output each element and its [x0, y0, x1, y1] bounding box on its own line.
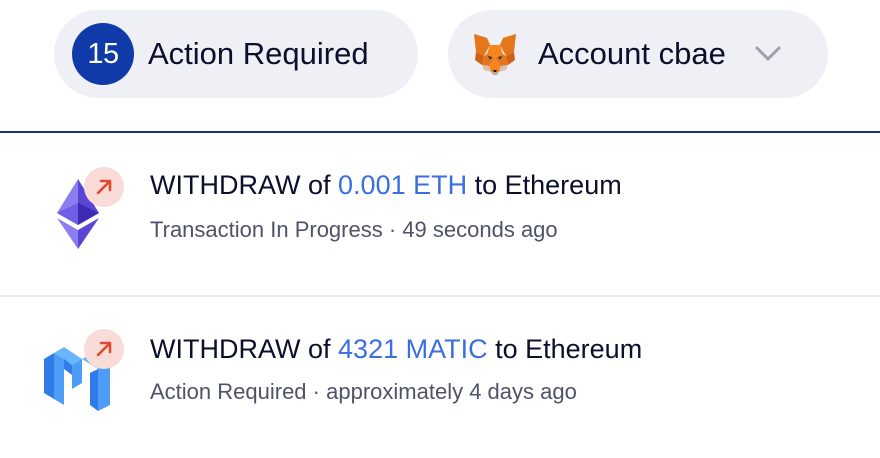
action-required-label: Action Required — [148, 36, 369, 71]
transaction-status: Action Required — [150, 379, 307, 404]
separator: · — [312, 379, 320, 404]
separator: · — [388, 217, 397, 242]
transaction-time: approximately 4 days ago — [326, 379, 577, 404]
transaction-title: WITHDRAW of 0.001 ETH to Ethereum — [150, 170, 622, 201]
transaction-of-text: of — [307, 334, 331, 364]
transaction-action: WITHDRAW — [150, 170, 301, 200]
transaction-amount: 0.001 ETH — [338, 170, 468, 200]
transaction-time: 49 seconds ago — [402, 217, 558, 242]
transaction-destination: to Ethereum — [495, 334, 643, 364]
chevron-down-icon[interactable] — [754, 44, 782, 64]
transaction-amount: 4321 MATIC — [338, 334, 488, 364]
transaction-subtitle: Action Required · approximately 4 days a… — [150, 379, 577, 405]
transaction-row[interactable]: WITHDRAW of 4321 MATIC to Ethereum Actio… — [0, 297, 880, 458]
header-bar: 15 Action Required Account cbae — [0, 0, 880, 132]
metamask-fox-icon — [472, 31, 518, 77]
action-required-count-badge: 15 — [72, 23, 134, 85]
transaction-status: Transaction In Progress — [150, 217, 383, 242]
transaction-action: WITHDRAW — [150, 334, 301, 364]
transaction-subtitle: Transaction In Progress · 49 seconds ago — [150, 217, 558, 243]
account-selector-button[interactable]: Account cbae — [448, 10, 828, 98]
transaction-of-text: of — [307, 170, 331, 200]
transaction-row[interactable]: WITHDRAW of 0.001 ETH to Ethereum Transa… — [0, 133, 880, 295]
account-name-label: Account cbae — [538, 36, 726, 71]
arrow-up-right-icon — [84, 167, 124, 207]
transaction-destination: to Ethereum — [474, 170, 622, 200]
action-required-button[interactable]: 15 Action Required — [54, 10, 418, 98]
arrow-up-right-icon — [84, 329, 124, 369]
transaction-title: WITHDRAW of 4321 MATIC to Ethereum — [150, 334, 642, 365]
